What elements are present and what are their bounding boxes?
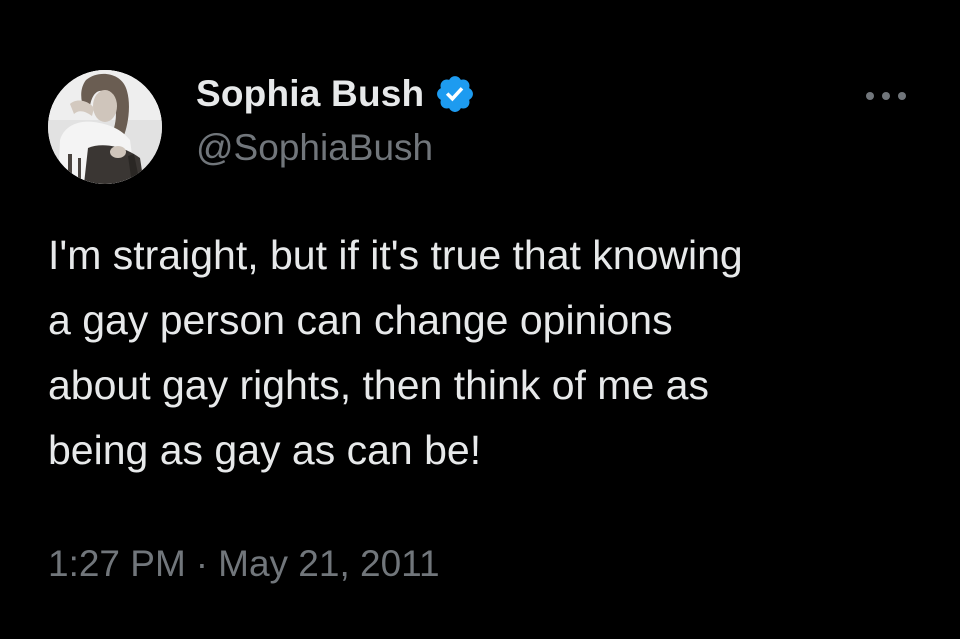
author-name-row: Sophia Bush <box>196 72 476 116</box>
tweet-text-line: being as gay as can be! <box>48 427 482 473</box>
tweet-text-line: a gay person can change opinions <box>48 297 673 343</box>
tweet-time: 1:27 PM <box>48 543 186 584</box>
tweet-text-line: I'm straight, but if it's true that know… <box>48 232 743 278</box>
more-horizontal-icon <box>866 92 906 100</box>
meta-separator: · <box>195 543 209 584</box>
tweet-date: May 21, 2011 <box>218 543 440 584</box>
more-options-button[interactable] <box>862 80 910 112</box>
tweet-card: Sophia Bush @SophiaBush I'm straight, bu… <box>0 0 960 639</box>
tweet-text: I'm straight, but if it's true that know… <box>48 223 928 483</box>
author-handle[interactable]: @SophiaBush <box>196 127 433 169</box>
avatar[interactable] <box>48 70 162 184</box>
display-name[interactable]: Sophia Bush <box>196 73 424 115</box>
verified-badge-icon[interactable] <box>434 73 476 115</box>
tweet-text-line: about gay rights, then think of me as <box>48 362 709 408</box>
tweet-timestamp[interactable]: 1:27 PM · May 21, 2011 <box>48 543 440 585</box>
avatar-photo <box>48 70 162 184</box>
